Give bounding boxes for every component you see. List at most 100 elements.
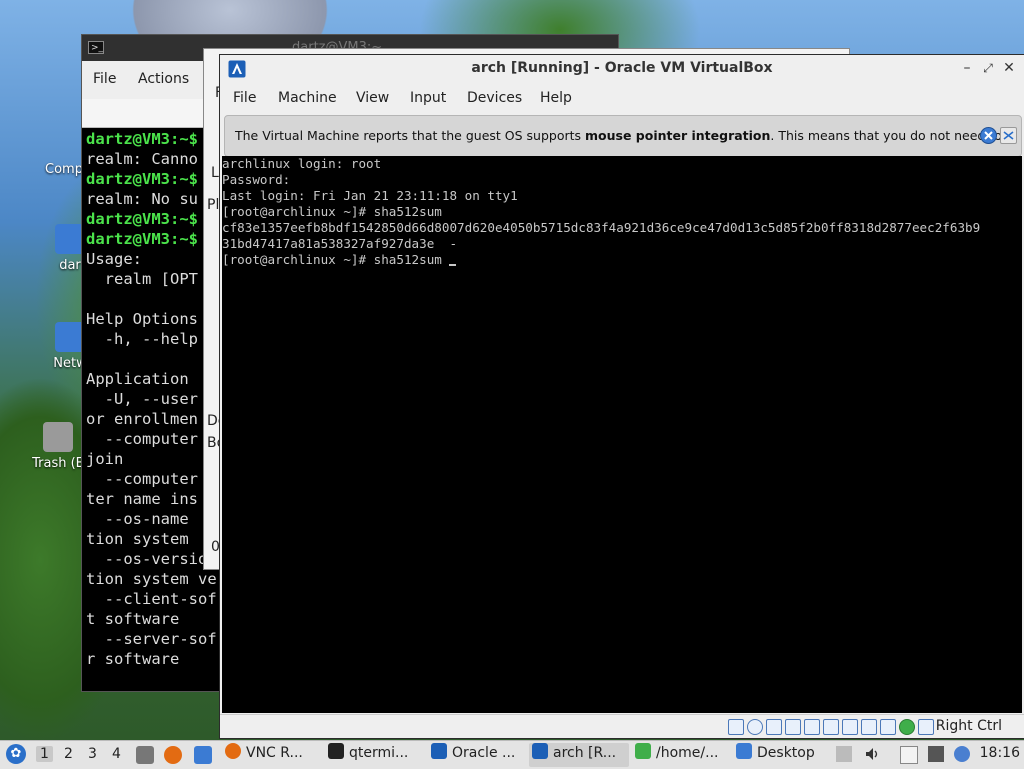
workspace-2[interactable]: 2 (64, 746, 73, 762)
virtualbox-icon (431, 743, 447, 759)
terminal-line-text: --os-versio (86, 550, 208, 568)
vbox-menubar: File Machine View Input Devices Help (220, 83, 1024, 113)
file-manager-sidebar-item[interactable]: Pl (207, 197, 219, 213)
vbox-menu-file[interactable]: File (233, 90, 256, 106)
file-manager-launcher-icon[interactable] (136, 746, 154, 764)
maximize-icon[interactable]: ⤢ (979, 59, 997, 77)
terminal-prompt: dartz@VM3:~$ (86, 210, 198, 228)
virtualbox-vm-icon (532, 743, 548, 759)
usb-icon[interactable] (804, 719, 820, 735)
terminal-line-text: realm: No su (86, 190, 198, 208)
terminal-line-text: --os-name (86, 510, 189, 528)
vbox-menu-help[interactable]: Help (540, 90, 572, 106)
terminal-menu-actions[interactable]: Actions (138, 71, 189, 87)
notice-dismiss-icon[interactable] (980, 127, 997, 144)
task-desktop[interactable]: Desktop (733, 743, 829, 767)
guest-additions-icon[interactable] (899, 719, 915, 735)
task-file-manager[interactable]: /home/... (632, 743, 732, 767)
volume-icon[interactable] (864, 746, 880, 762)
network-adapter-icon[interactable] (785, 719, 801, 735)
terminal-line-text: --computer (86, 430, 198, 448)
vm-console-line: Password: (222, 172, 291, 187)
vm-console-screen[interactable]: archlinux login: root Password: Last login… (222, 156, 1022, 713)
start-menu-icon[interactable]: ✿ (6, 744, 26, 764)
file-manager-icon (635, 743, 651, 759)
task-vnc[interactable]: VNC R... (222, 743, 322, 767)
trash-icon (43, 422, 73, 452)
terminal-menu-file[interactable]: File (93, 71, 116, 87)
terminal-icon (328, 743, 344, 759)
hard-disk-icon[interactable] (728, 719, 744, 735)
vm-console-line: Last login: Fri Jan 21 23:11:18 on tty1 (222, 188, 518, 203)
terminal-line-text: --client-sof (86, 590, 217, 608)
tray-update-icon[interactable] (836, 746, 852, 762)
terminal-line-text: or enrollmen (86, 410, 198, 428)
audio-icon[interactable] (766, 719, 782, 735)
mouse-integration-icon[interactable] (918, 719, 934, 735)
terminal-line-text: t software (86, 610, 180, 628)
task-qterminal[interactable]: qtermi... (325, 743, 425, 767)
workspace-4[interactable]: 4 (112, 746, 121, 762)
taskbar: ✿ 1 2 3 4 VNC R... qtermi... Oracle ... … (0, 740, 1024, 769)
vm-console-line: archlinux login: root (222, 156, 382, 171)
terminal-line-text: ter name ins (86, 490, 198, 508)
shared-folders-icon[interactable] (823, 719, 839, 735)
virtualbox-vm-window[interactable]: arch [Running] - Oracle VM VirtualBox – … (219, 54, 1024, 739)
terminal-line-text: Help Options (86, 310, 198, 328)
workspace-3[interactable]: 3 (88, 746, 97, 762)
vbox-menu-devices[interactable]: Devices (467, 90, 522, 106)
clipboard-icon[interactable] (900, 746, 918, 764)
terminal-prompt: dartz@VM3:~$ (86, 170, 198, 188)
terminal-line-text: -U, --user (86, 390, 198, 408)
computer-icon (49, 128, 79, 158)
mouse-integration-notice: The Virtual Machine reports that the gue… (224, 115, 1022, 157)
vm-console-line: [root@archlinux ~]# sha512sum (222, 204, 442, 219)
folder-icon (736, 743, 752, 759)
vbox-menu-input[interactable]: Input (410, 90, 446, 106)
show-desktop-icon[interactable] (194, 746, 212, 764)
vbox-menu-view[interactable]: View (356, 90, 389, 106)
terminal-line-text: r software (86, 650, 180, 668)
task-oracle-virtualbox[interactable]: Oracle ... (428, 743, 528, 767)
vm-console-line: cf83e1357eefb8bdf1542850d66d8007d620e405… (222, 220, 981, 235)
vbox-window-title: arch [Running] - Oracle VM VirtualBox (471, 60, 773, 76)
terminal-line-text: realm: Canno (86, 150, 198, 168)
terminal-prompt: dartz@VM3:~$ (86, 230, 198, 248)
terminal-line-text: Usage: (86, 250, 142, 268)
video-capture-icon[interactable] (861, 719, 877, 735)
notice-text: The Virtual Machine reports that the gue… (235, 128, 1002, 143)
terminal-line-text: -h, --help (86, 330, 198, 348)
terminal-line-text: realm [OPT (86, 270, 198, 288)
vm-console-line: 31bd47417a81a538327af927da3e - (222, 236, 458, 251)
terminal-line-text: tion system ve (86, 570, 217, 588)
vm-console-line: [root@archlinux ~]# sha512sum (222, 252, 1022, 268)
close-icon[interactable]: ✕ (1000, 59, 1018, 77)
text-cursor (449, 264, 457, 266)
network-tray-icon[interactable] (928, 746, 944, 762)
task-arch-vm[interactable]: arch [R... (529, 743, 629, 767)
terminal-line-text (86, 350, 95, 368)
notification-icon[interactable] (954, 746, 970, 762)
host-key-label: Right Ctrl (935, 718, 1002, 734)
terminal-prompt: dartz@VM3:~$ (86, 130, 198, 148)
virtualization-engine-icon[interactable] (880, 719, 896, 735)
terminal-line-text: --computer (86, 470, 198, 488)
optical-drive-icon[interactable] (747, 719, 763, 735)
file-manager-sidebar-item[interactable]: L (211, 165, 219, 181)
vbox-menu-machine[interactable]: Machine (278, 90, 337, 106)
vbox-statusbar: Right Ctrl (220, 714, 1024, 738)
vbox-titlebar[interactable]: arch [Running] - Oracle VM VirtualBox – … (220, 55, 1024, 82)
minimize-icon[interactable]: – (958, 59, 976, 77)
firefox-launcher-icon[interactable] (164, 746, 182, 764)
terminal-line-text: tion system (86, 530, 189, 548)
notice-do-not-show-icon[interactable] (1000, 127, 1017, 144)
vnc-icon (225, 743, 241, 759)
taskbar-clock[interactable]: 18:16 (980, 745, 1020, 761)
terminal-line-text: --server-sof (86, 630, 217, 648)
terminal-line-text: Application (86, 370, 189, 388)
display-icon[interactable] (842, 719, 858, 735)
terminal-line-text (86, 290, 95, 308)
terminal-line-text: join (86, 450, 124, 468)
terminal-icon: >_ (88, 41, 104, 54)
workspace-1[interactable]: 1 (36, 746, 53, 762)
